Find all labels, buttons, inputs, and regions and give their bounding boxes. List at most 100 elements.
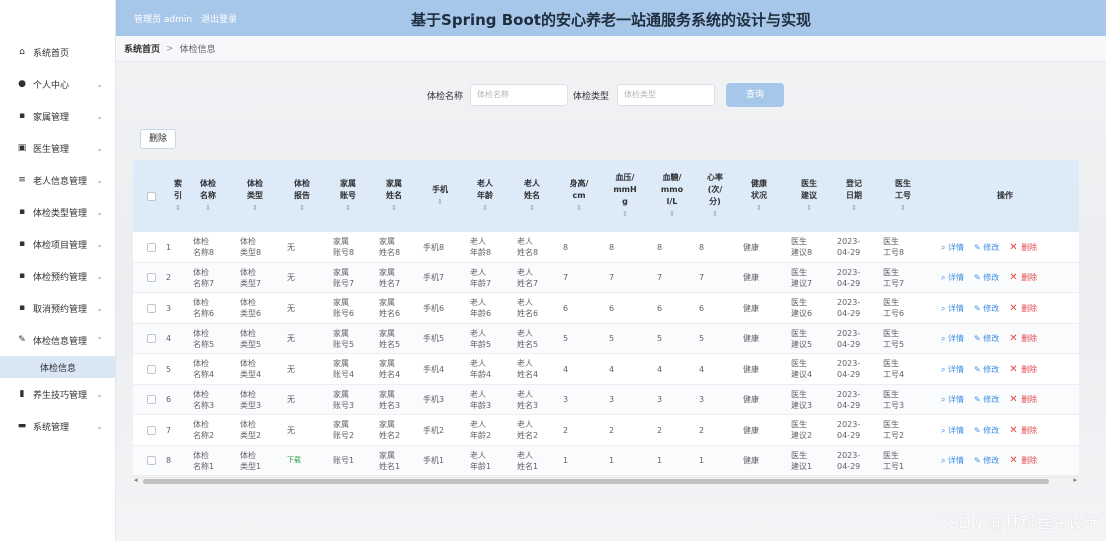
detail-button[interactable]: ⌕ 详情 [941,242,964,253]
row-select-cell[interactable] [141,385,161,415]
delete-button[interactable]: ✕ 删除 [1009,303,1037,314]
row-select-cell[interactable] [141,232,161,262]
row-select-cell[interactable] [141,263,161,293]
sort-icon[interactable]: ⇕ [900,202,906,214]
sidebar-item-3[interactable]: ▣ 医生管理 ⌄ [0,132,115,164]
row-select-cell[interactable] [141,293,161,323]
search-name-input[interactable]: 体检名称 [470,84,568,106]
edit-button[interactable]: ✎ 修改 [974,455,999,466]
delete-button[interactable]: ✕ 删除 [1009,425,1037,436]
detail-button[interactable]: ⌕ 详情 [941,364,964,375]
delete-button[interactable]: ✕ 删除 [1009,272,1037,283]
sort-icon[interactable]: ⇕ [175,202,181,214]
row-select-cell[interactable] [141,415,161,445]
sidebar-item-4[interactable]: ≡ 老人信息管理 ⌄ [0,164,115,196]
row-checkbox[interactable] [146,395,156,404]
breadcrumb-home[interactable]: 系统首页 [124,42,160,55]
column-header-1[interactable]: 体检 名称 ⇕ [193,160,223,232]
column-header-4[interactable]: 家属 账号 ⇕ [333,160,363,232]
column-header-7[interactable]: 老人 年龄 ⇕ [470,160,500,232]
column-header-15[interactable]: 登记 日期 ⇕ [837,160,871,232]
edit-button[interactable]: ✎ 修改 [974,303,999,314]
column-header-5[interactable]: 家属 姓名 ⇕ [379,160,409,232]
sidebar-item-7[interactable]: ▪ 体检预约管理 ⌄ [0,260,115,292]
edit-button[interactable]: ✎ 修改 [974,242,999,253]
sort-icon[interactable]: ⇕ [299,202,305,214]
edit-button[interactable]: ✎ 修改 [974,364,999,375]
sidebar-item-9[interactable]: ✎ 体检信息管理 ⌃ [0,324,115,356]
sort-icon[interactable]: ⇕ [391,202,397,214]
delete-button[interactable]: ✕ 删除 [1009,455,1037,466]
column-header-9[interactable]: 身高/ cm ⇕ [563,160,595,232]
delete-button[interactable]: ✕ 删除 [1009,394,1037,405]
row-checkbox[interactable] [146,425,156,435]
select-all-checkbox[interactable] [146,191,156,201]
sort-icon[interactable]: ⇕ [576,202,582,214]
sidebar-item-0[interactable]: ⌂ 系统首页 [0,36,115,68]
row-checkbox[interactable] [146,303,156,313]
sort-icon[interactable]: ⇕ [669,208,675,220]
query-button[interactable]: 查询 [726,83,784,107]
sidebar-subitem-exam-info[interactable]: 体检信息 [0,356,115,378]
download-link[interactable]: 下载 [287,446,317,476]
row-checkbox[interactable] [146,334,156,343]
delete-button[interactable]: ✕ 删除 [1009,333,1037,344]
header-select-all[interactable] [141,160,161,232]
row-checkbox[interactable] [146,364,156,374]
detail-button[interactable]: ⌕ 详情 [941,394,964,405]
column-header-11[interactable]: 血糖/ mmo l/L ⇕ [657,160,687,232]
sort-icon[interactable]: ⇕ [756,202,762,214]
column-header-2[interactable]: 体检 类型 ⇕ [240,160,270,232]
sort-icon[interactable]: ⇕ [252,202,258,214]
sort-icon[interactable]: ⇕ [205,202,211,214]
scrollbar-thumb[interactable] [143,479,1049,484]
detail-button[interactable]: ⌕ 详情 [941,455,964,466]
column-header-17[interactable]: 操作 [931,160,1079,232]
column-header-16[interactable]: 医生 工号 ⇕ [883,160,923,232]
row-checkbox[interactable] [146,273,156,282]
sort-icon[interactable]: ⇕ [437,196,443,208]
column-header-8[interactable]: 老人 姓名 ⇕ [517,160,547,232]
batch-delete-button[interactable]: 删除 [140,129,176,149]
column-header-12[interactable]: 心率 (次/ 分) ⇕ [699,160,731,232]
delete-button[interactable]: ✕ 删除 [1009,242,1037,253]
sort-icon[interactable]: ⇕ [622,208,628,220]
row-select-cell[interactable] [141,446,161,476]
horizontal-scrollbar[interactable]: ◂ ▸ [133,476,1079,485]
detail-button[interactable]: ⌕ 详情 [941,272,964,283]
list-icon: ≡ [18,175,26,185]
edit-button[interactable]: ✎ 修改 [974,425,999,436]
sidebar-item-8[interactable]: ▪ 取消预约管理 ⌄ [0,292,115,324]
sort-icon[interactable]: ⇕ [529,202,535,214]
delete-button[interactable]: ✕ 删除 [1009,364,1037,375]
close-icon: ✕ [1009,333,1022,344]
scroll-right-icon[interactable]: ▸ [1073,476,1077,484]
search-type-input[interactable]: 体检类型 [617,84,715,106]
edit-button[interactable]: ✎ 修改 [974,333,999,344]
sort-icon[interactable]: ⇕ [345,202,351,214]
column-header-0[interactable]: 索 引 ⇕ [166,160,190,232]
detail-button[interactable]: ⌕ 详情 [941,333,964,344]
detail-button[interactable]: ⌕ 详情 [941,425,964,436]
sort-icon[interactable]: ⇕ [482,202,488,214]
edit-button[interactable]: ✎ 修改 [974,272,999,283]
row-select-cell[interactable] [141,354,161,384]
sidebar-item-6[interactable]: ▪ 体检项目管理 ⌄ [0,228,115,260]
detail-button[interactable]: ⌕ 详情 [941,303,964,314]
sidebar-item-5[interactable]: ▪ 体检类型管理 ⌄ [0,196,115,228]
row-checkbox[interactable] [146,456,156,465]
sort-icon[interactable]: ⇕ [712,208,718,220]
sort-icon[interactable]: ⇕ [806,202,812,214]
row-checkbox[interactable] [146,242,156,252]
edit-button[interactable]: ✎ 修改 [974,394,999,405]
column-header-6[interactable]: 手机 ⇕ [423,160,457,232]
column-header-14[interactable]: 医生 建议 ⇕ [791,160,827,232]
sidebar-item-10[interactable]: ▮ 养生技巧管理 ⌄ [0,378,115,410]
column-header-13[interactable]: 健康 状况 ⇕ [743,160,775,232]
row-select-cell[interactable] [141,324,161,354]
column-header-3[interactable]: 体检 报告 ⇕ [287,160,317,232]
sort-icon[interactable]: ⇕ [851,202,857,214]
column-header-10[interactable]: 血压/ mmH g ⇕ [609,160,641,232]
scroll-left-icon[interactable]: ◂ [134,476,138,484]
sidebar-item-11[interactable]: ▬ 系统管理 ⌄ [0,410,115,442]
